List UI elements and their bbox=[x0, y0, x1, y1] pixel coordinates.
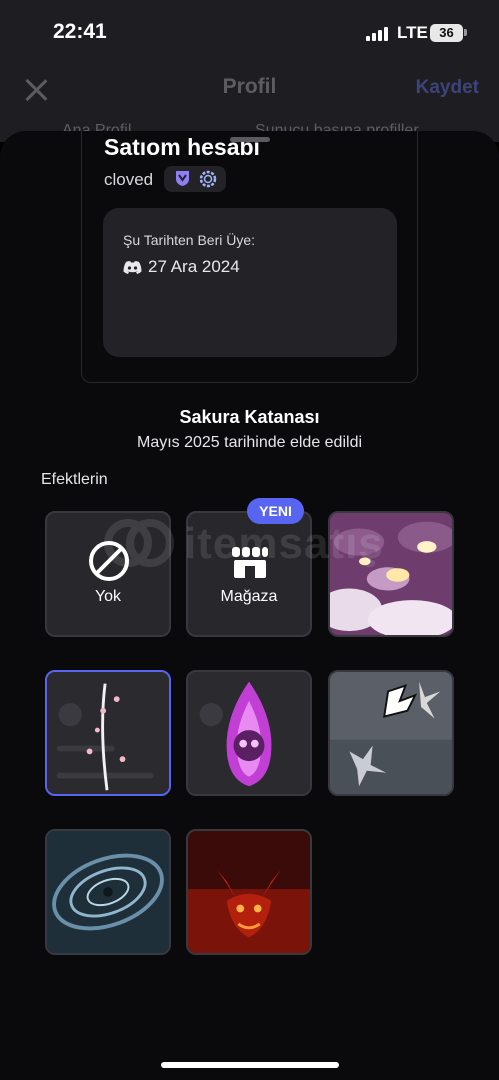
effect-sheet: Satıom hesabı cloved Şu Tarihten Beri Üy… bbox=[0, 131, 499, 1080]
effect-tile-sakura-katana[interactable] bbox=[45, 670, 171, 796]
username: cloved bbox=[104, 170, 154, 189]
profile-preview-card: Satıom hesabı cloved Şu Tarihten Beri Üy… bbox=[81, 131, 418, 383]
effect-shop-label: Mağaza bbox=[220, 588, 278, 605]
effect-none-label: Yok bbox=[94, 588, 122, 605]
shuriken-manga-icon bbox=[330, 672, 452, 794]
status-bar: 22:41 LTE 36 bbox=[0, 0, 499, 62]
effect-tile-red-dragon[interactable] bbox=[186, 829, 312, 955]
effect-acquired-date: Mayıs 2025 tarihinde elde edildi bbox=[136, 434, 363, 451]
badge-group bbox=[164, 166, 226, 192]
blue-vortex-icon bbox=[47, 831, 169, 953]
effect-tile-shuriken-manga[interactable] bbox=[328, 670, 454, 796]
effect-tile-pink-clouds[interactable] bbox=[328, 511, 454, 637]
new-badge: YENI bbox=[247, 498, 304, 524]
save-button[interactable]: Kaydet bbox=[416, 77, 479, 99]
effect-tile-purple-flame-skull[interactable] bbox=[186, 670, 312, 796]
none-icon bbox=[89, 541, 129, 581]
purple-flame-skull-icon bbox=[188, 672, 310, 794]
battery-icon: 36 bbox=[430, 24, 463, 42]
shop-icon bbox=[232, 547, 268, 578]
battery-tip bbox=[464, 29, 467, 36]
status-time: 22:41 bbox=[53, 20, 107, 43]
member-since-label: Şu Tarihten Beri Üye: bbox=[123, 232, 256, 248]
nitro-shield-icon bbox=[176, 171, 189, 186]
home-indicator[interactable] bbox=[161, 1062, 339, 1068]
effect-none-tile[interactable]: Yok bbox=[45, 511, 171, 637]
member-since-box: Şu Tarihten Beri Üye: 27 Ara 2024 bbox=[103, 208, 397, 357]
effect-tile-blue-vortex[interactable] bbox=[45, 829, 171, 955]
signal-icon bbox=[366, 27, 390, 41]
pink-clouds-icon bbox=[330, 513, 452, 635]
boost-ring-icon bbox=[199, 170, 217, 188]
effect-name: Sakura Katanası bbox=[179, 407, 320, 427]
sheet-grabber[interactable] bbox=[230, 137, 270, 142]
discord-icon bbox=[123, 260, 142, 274]
member-since-row: 27 Ara 2024 bbox=[123, 257, 240, 277]
red-dragon-icon bbox=[188, 831, 310, 953]
sakura-katana-icon bbox=[47, 672, 169, 794]
effect-shop-tile[interactable]: Mağaza bbox=[186, 511, 312, 637]
member-since-date: 27 Ara 2024 bbox=[148, 257, 240, 276]
effects-section-label: Efektlerin bbox=[41, 471, 108, 488]
network-type: LTE bbox=[397, 23, 428, 42]
